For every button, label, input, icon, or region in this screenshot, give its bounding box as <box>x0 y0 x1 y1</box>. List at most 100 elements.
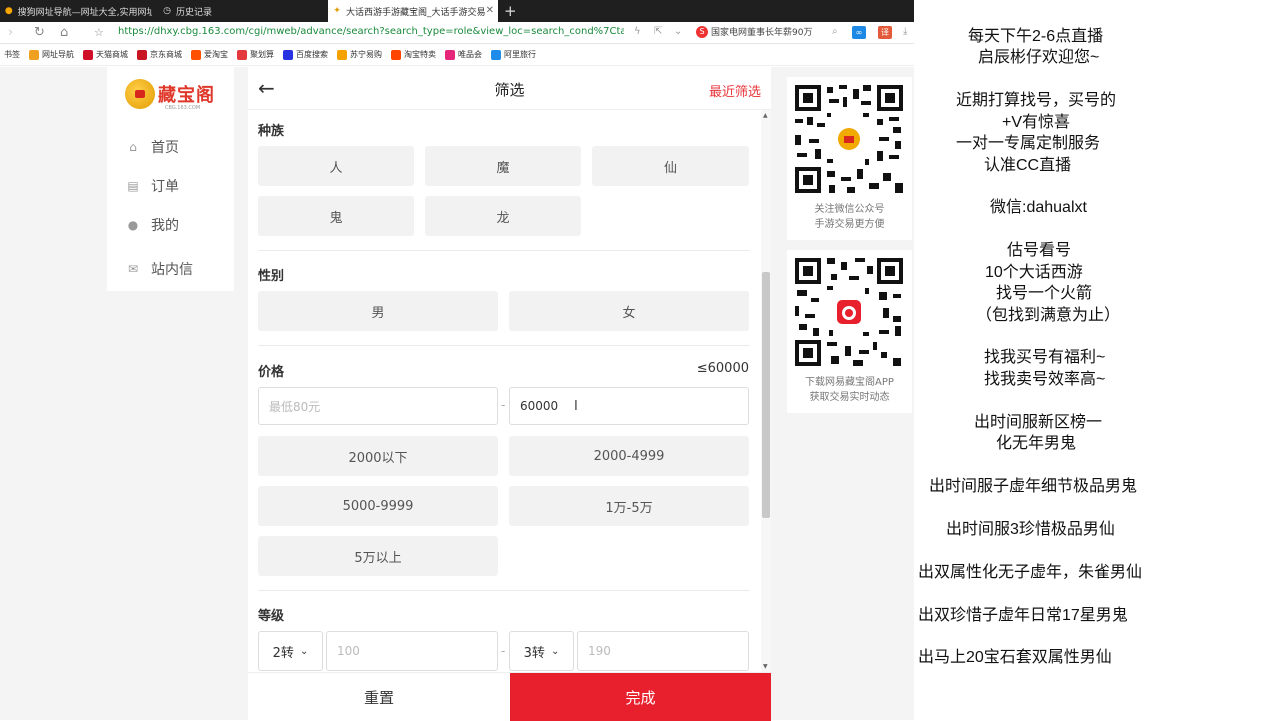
race-title: 种族 <box>258 124 285 139</box>
page-content: 藏宝阁 CBG.163.COM ⌂ 首页 ▤ 订单 ● 我的 ✉ 站内信 ← 筛… <box>0 67 914 721</box>
nav-item-mine[interactable]: ● 我的 <box>127 215 179 235</box>
bookmark-label: 淘宝特卖 <box>404 50 436 59</box>
max-level-input[interactable]: 190 <box>577 631 749 671</box>
translate-icon[interactable]: 译 <box>878 26 892 39</box>
star-icon[interactable]: ☆ <box>94 26 104 39</box>
max-turn-select[interactable]: 3转 ⌄ <box>509 631 574 671</box>
bookmark-label: 唯品会 <box>458 50 482 59</box>
bookmark-label[interactable]: 书签 <box>4 49 20 60</box>
bookmark-item[interactable]: 淘宝特卖 <box>391 49 436 60</box>
side-search[interactable]: S 国家电网董事长年薪90万 <box>696 25 812 38</box>
price-option-under-2000[interactable]: 2000以下 <box>258 436 498 476</box>
scroll-up-icon[interactable]: ▲ <box>763 112 768 119</box>
level-title: 等级 <box>258 609 285 624</box>
recent-filters-link[interactable]: 最近筛选 <box>709 81 761 100</box>
history-icon: ◷ <box>163 6 171 16</box>
home-icon[interactable]: ⌂ <box>60 25 68 40</box>
nav-item-home[interactable]: ⌂ 首页 <box>127 137 179 157</box>
race-option-dragon[interactable]: 龙 <box>425 196 581 236</box>
scrollbar[interactable]: ▲ ▼ <box>761 110 771 672</box>
overlay-line: 出马上20宝石套双属性男仙 <box>918 649 1112 666</box>
nav-label: 首页 <box>151 140 179 156</box>
filter-scroll-area[interactable]: 种族 人 魔 仙 鬼 龙 性别 男 女 价格 ≤60000 最低80元 - 60… <box>248 110 771 672</box>
bookmark-label: 网址导航 <box>42 50 74 59</box>
search-icon[interactable]: ⌕ <box>832 26 838 37</box>
done-button[interactable]: 完成 <box>510 673 771 721</box>
min-level-input[interactable]: 100 <box>326 631 498 671</box>
bookmark-icon <box>29 49 39 60</box>
bookmark-item[interactable]: 天猫商城 <box>83 49 128 60</box>
bookmark-item[interactable]: 苏宁易购 <box>337 49 382 60</box>
reload-icon[interactable]: ↻ <box>34 25 45 40</box>
overlay-line: 估号看号 <box>1007 242 1072 259</box>
scroll-down-icon[interactable]: ▼ <box>763 663 768 670</box>
url-field[interactable]: https://dhxy.cbg.163.com/cgi/mweb/advanc… <box>118 26 624 37</box>
panel-footer: 重置 完成 <box>248 672 771 721</box>
min-turn-select[interactable]: 2转 ⌄ <box>258 631 323 671</box>
bookmark-icon <box>137 49 147 60</box>
gender-option-female[interactable]: 女 <box>509 291 749 331</box>
chevron-down-icon[interactable]: ⌄ <box>674 26 682 37</box>
bookmark-item[interactable]: 唯品会 <box>445 49 482 60</box>
panel-header: ← 筛选 最近筛选 <box>248 67 771 110</box>
extension-icon[interactable]: ∞ <box>852 26 866 39</box>
bookmarks-bar: 书签 网址导航 天猫商城 京东商城 爱淘宝 聚划算 百度搜索 苏宁易购 淘宝特卖… <box>0 44 914 66</box>
chevron-down-icon: ⌄ <box>550 645 560 657</box>
download-icon[interactable]: ⤓ <box>903 26 907 37</box>
sogou-search-icon: S <box>696 25 708 38</box>
app-caption-1: 下载网易藏宝阁APP <box>805 377 894 388</box>
app-qr-code <box>793 256 905 368</box>
text-cursor-icon: I <box>574 399 578 414</box>
page-title: 筛选 <box>494 81 525 99</box>
bookmark-item[interactable]: 爱淘宝 <box>191 49 228 60</box>
race-option-immortal[interactable]: 仙 <box>592 146 749 186</box>
price-option-5000-9999[interactable]: 5000-9999 <box>258 486 498 526</box>
forward-icon[interactable]: › <box>8 25 13 40</box>
lightning-icon[interactable]: ϟ <box>634 26 641 37</box>
bookmark-item[interactable]: 百度搜索 <box>283 49 328 60</box>
race-option-demon[interactable]: 魔 <box>425 146 581 186</box>
overlay-line: 微信:dahualxt <box>990 199 1087 216</box>
bookmark-label: 百度搜索 <box>296 50 328 59</box>
reset-button[interactable]: 重置 <box>248 673 510 721</box>
min-turn-value: 2转 <box>272 645 294 661</box>
price-summary: ≤60000 <box>696 361 749 376</box>
share-icon[interactable]: ⇱ <box>654 26 662 37</box>
price-option-2000-4999[interactable]: 2000-4999 <box>509 436 749 476</box>
new-tab-button[interactable]: + <box>504 2 517 20</box>
tab-sogou-nav[interactable]: ● 搜狗网址导航—网址大全,实用网址,尽... <box>0 0 152 22</box>
tab-history[interactable]: ◷ 历史记录 <box>158 0 324 22</box>
gender-option-male[interactable]: 男 <box>258 291 498 331</box>
price-max-input[interactable]: 60000 I <box>509 387 749 425</box>
chevron-down-icon: ⌄ <box>299 645 309 657</box>
range-dash: - <box>501 644 506 658</box>
home-icon: ⌂ <box>129 140 137 154</box>
wechat-caption-1: 关注微信公众号 <box>814 204 885 215</box>
bookmark-item[interactable]: 阿里旅行 <box>491 49 536 60</box>
filter-panel: ← 筛选 最近筛选 种族 人 魔 仙 鬼 龙 性别 男 女 价格 ≤60000 … <box>248 67 771 721</box>
range-dash: - <box>501 398 506 412</box>
nav-item-messages[interactable]: ✉ 站内信 <box>127 259 193 279</box>
scrollbar-thumb[interactable] <box>762 272 770 518</box>
bookmark-label: 阿里旅行 <box>504 50 536 59</box>
price-title: 价格 <box>258 365 285 380</box>
price-min-input[interactable]: 最低80元 <box>258 387 498 425</box>
bookmark-item[interactable]: 京东商城 <box>137 49 182 60</box>
race-option-human[interactable]: 人 <box>258 146 414 186</box>
app-qr-card: 下载网易藏宝阁APP 获取交易实时动态 <box>787 250 912 413</box>
bookmark-label: 聚划算 <box>250 50 274 59</box>
bookmark-icon <box>491 49 501 60</box>
tab-cbg[interactable]: ✦ 大话西游手游藏宝阁_大话手游交易平... ✕ <box>328 0 498 22</box>
close-icon[interactable]: ✕ <box>486 5 494 16</box>
bookmark-item[interactable]: 网址导航 <box>29 49 74 60</box>
wechat-caption-2: 手游交易更方便 <box>814 219 885 230</box>
nav-item-orders[interactable]: ▤ 订单 <box>127 176 179 196</box>
overlay-line: 找我买号有福利~ <box>984 349 1106 366</box>
wechat-qr-card: 关注微信公众号 手游交易更方便 <box>787 77 912 240</box>
price-option-10k-50k[interactable]: 1万-5万 <box>509 486 749 526</box>
order-icon: ▤ <box>127 179 139 193</box>
cbg-logo[interactable]: 藏宝阁 CBG.163.COM <box>125 79 215 111</box>
bookmark-item[interactable]: 聚划算 <box>237 49 274 60</box>
race-option-ghost[interactable]: 鬼 <box>258 196 414 236</box>
price-option-over-50k[interactable]: 5万以上 <box>258 536 498 576</box>
